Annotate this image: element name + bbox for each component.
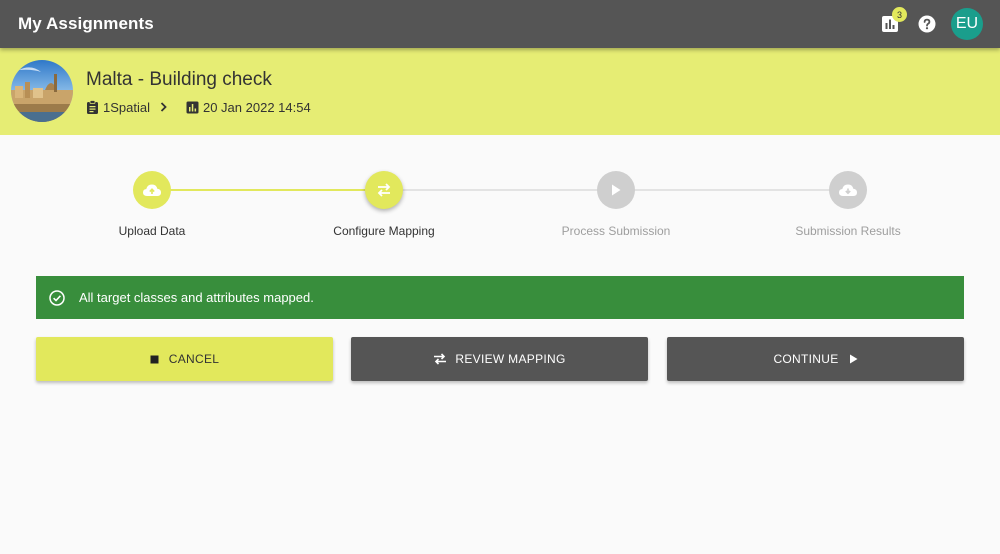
step-circle (829, 171, 867, 209)
cancel-button[interactable]: CANCEL (36, 337, 333, 381)
review-mapping-label: REVIEW MAPPING (455, 352, 566, 366)
play-icon (849, 354, 858, 364)
step-label: Upload Data (118, 224, 186, 238)
step-upload-data[interactable]: Upload Data (72, 170, 232, 238)
user-avatar[interactable]: EU (951, 8, 983, 40)
check-circle-outline-icon (49, 289, 65, 306)
organization-crumb[interactable]: 1Spatial (86, 100, 150, 115)
notification-badge: 3 (892, 7, 907, 22)
play-icon (612, 184, 621, 196)
cloud-upload-icon (143, 184, 161, 196)
bar-chart-icon (186, 101, 199, 113)
step-submission-results[interactable]: Submission Results (768, 170, 928, 238)
chevron-right-icon (160, 102, 167, 112)
cloud-download-icon (839, 184, 857, 196)
project-image (11, 60, 73, 122)
swap-horiz-icon (434, 353, 447, 365)
app-title: My Assignments (18, 14, 154, 33)
submission-datetime: 20 Jan 2022 14:54 (202, 99, 311, 115)
success-alert: All target classes and attributes mapped… (36, 276, 964, 319)
review-mapping-button[interactable]: REVIEW MAPPING (351, 337, 648, 381)
cancel-label: CANCEL (168, 352, 220, 366)
step-circle (365, 171, 403, 209)
clipboard-icon (87, 100, 98, 114)
project-meta: 1Spatial 20 Jan 2022 14:54 (86, 99, 311, 115)
app-bar: My Assignments 3 EU (0, 0, 1000, 48)
continue-button[interactable]: CONTINUE (667, 337, 964, 381)
continue-label: CONTINUE (773, 352, 839, 366)
step-label: Submission Results (795, 224, 901, 238)
project-title: Malta - Building check (86, 69, 272, 90)
step-circle (597, 171, 635, 209)
organization-name: 1Spatial (103, 99, 150, 115)
datetime-crumb: 20 Jan 2022 14:54 (186, 100, 311, 115)
step-process-submission[interactable]: Process Submission (536, 170, 696, 238)
help-icon (918, 15, 936, 33)
alert-message: All target classes and attributes mapped… (79, 290, 314, 305)
stop-icon (150, 355, 159, 363)
step-circle (133, 171, 171, 209)
help-button[interactable] (915, 12, 939, 36)
swap-horiz-icon (377, 183, 391, 197)
step-label: Configure Mapping (333, 224, 435, 238)
step-label: Process Submission (561, 224, 671, 238)
step-configure-mapping[interactable]: Configure Mapping (304, 170, 464, 238)
progress-stepper: Upload Data Configure Mapping Process Su… (0, 170, 1000, 240)
project-header: Malta - Building check 1Spatial 20 Jan 2… (0, 48, 1000, 135)
